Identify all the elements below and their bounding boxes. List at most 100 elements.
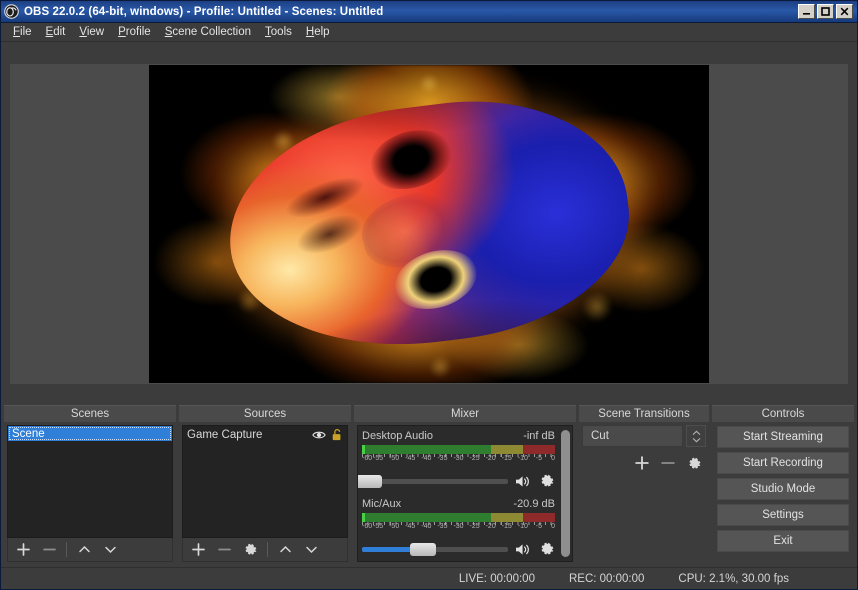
mixer-dock: Mixer Desktop Audio -inf dB -60 -55 -50 … [354,405,576,565]
meter-tick-label: -45 [405,523,416,530]
move-scene-down-button[interactable] [98,540,122,560]
meter-tick-label: -5 [535,523,543,530]
scenes-toolbar [7,538,173,562]
source-properties-button[interactable] [238,540,262,560]
menu-view[interactable]: View [72,24,111,40]
mixer-body: Desktop Audio -inf dB -60 -55 -50 -45 -4… [357,425,573,562]
menu-edit[interactable]: Edit [39,24,73,40]
meter-tick-label: -55 [373,455,384,462]
menu-file[interactable]: File [6,24,39,40]
scenes-list[interactable]: Scene [7,425,173,538]
mixer-scrollbar[interactable] [559,426,572,561]
meter-tick-label: -30 [453,455,464,462]
volume-slider-desktop[interactable] [358,474,508,488]
meter-tick-label: -60 [362,523,373,530]
studio-mode-button[interactable]: Studio Mode [717,478,849,500]
move-source-down-button[interactable] [299,540,323,560]
toolbar-separator [267,542,268,557]
source-label: Game Capture [187,428,263,441]
scrollbar-thumb[interactable] [561,430,570,557]
start-recording-button[interactable]: Start Recording [717,452,849,474]
gear-icon [245,543,256,555]
meter-tick-label: -55 [373,523,384,530]
toolbar-separator [66,542,67,557]
move-scene-up-button[interactable] [72,540,96,560]
channel-controls [358,473,555,489]
controls-dock: Controls Start Streaming Start Recording… [712,405,854,565]
transition-combo[interactable]: Cut [582,425,683,447]
menu-profile[interactable]: Profile [111,24,158,40]
transition-selector-row: Cut [582,425,706,447]
chevron-up-icon [692,430,700,435]
gear-icon[interactable] [539,473,555,489]
meter-red [522,445,555,454]
meter-tick-label: 0 [551,523,555,530]
slider-knob[interactable] [410,542,437,556]
gear-icon[interactable] [539,541,555,557]
start-streaming-button[interactable]: Start Streaming [717,426,849,448]
meter-scale-desktop: -60 -55 -50 -45 -40 -35 -30 -25 -20 -15 -10 -5 0 [362,454,555,466]
meter-yellow [490,445,523,454]
eye-icon[interactable] [312,428,326,442]
minimize-button[interactable] [798,4,815,19]
scene-preview[interactable] [149,65,709,383]
speaker-icon[interactable] [515,474,532,489]
meter-bar [362,513,555,522]
volume-meter [362,513,555,522]
channel-name: Desktop Audio [362,430,433,442]
obs-logo-icon [4,4,19,19]
volume-meter [362,445,555,454]
volume-slider-mic[interactable] [362,542,508,556]
scenes-dock: Scenes Scene [4,405,176,565]
mixer-channel-mic-aux: Mic/Aux -20.9 dB -60 -55 -50 -45 -40 -35… [362,498,555,557]
menu-help[interactable]: Help [299,24,337,40]
exit-button[interactable]: Exit [717,530,849,552]
remove-source-button[interactable] [212,540,236,560]
preview-canvas[interactable] [10,64,848,384]
menu-bar: File Edit View Profile Scene Collection … [1,23,857,42]
transition-spinner[interactable] [686,425,706,447]
status-live: LIVE: 00:00:00 [458,572,535,585]
chevron-down-icon [692,437,700,442]
channel-name: Mic/Aux [362,498,402,510]
move-source-up-button[interactable] [273,540,297,560]
settings-button[interactable]: Settings [717,504,849,526]
add-source-button[interactable] [186,540,210,560]
transition-properties-button[interactable] [682,453,706,473]
channel-header: Mic/Aux -20.9 dB [362,498,555,510]
sources-list[interactable]: Game Capture [182,425,348,538]
meter-tick-label: -50 [389,523,400,530]
remove-transition-button[interactable] [656,453,680,473]
menu-scene-collection[interactable]: Scene Collection [158,24,258,40]
scenes-body: Scene [4,422,176,565]
transitions-body: Cut [579,422,709,565]
speaker-icon[interactable] [515,542,532,557]
add-scene-button[interactable] [11,540,35,560]
meter-tick-label: 0 [551,455,555,462]
add-transition-button[interactable] [630,453,654,473]
close-button[interactable] [836,4,853,19]
meter-green [362,513,491,522]
channel-level: -20.9 dB [513,498,555,510]
sources-title: Sources [179,405,351,422]
mixer-channels: Desktop Audio -inf dB -60 -55 -50 -45 -4… [358,426,559,561]
status-bar: LIVE: 00:00:00 REC: 00:00:00 CPU: 2.1%, … [1,567,857,589]
meter-tick-label: -20 [485,523,496,530]
meter-tick-label: -40 [421,455,432,462]
dock-row: Scenes Scene Sources Game Capture Mixer … [1,405,857,567]
source-list-item[interactable]: Game Capture [183,426,347,443]
scene-list-item[interactable]: Scene [8,426,172,441]
remove-scene-button[interactable] [37,540,61,560]
menu-tools[interactable]: Tools [258,24,299,40]
scenes-title: Scenes [4,405,176,422]
meter-peak-indicator [362,513,365,522]
sources-dock: Sources Game Capture [179,405,351,565]
meter-tick-label: -60 [362,455,373,462]
controls-body: Start Streaming Start Recording Studio M… [712,422,854,556]
status-rec: REC: 00:00:00 [568,572,645,585]
slider-knob[interactable] [358,474,383,488]
maximize-button[interactable] [817,4,834,19]
obs-main-window: OBS 22.0.2 (64-bit, windows) - Profile: … [0,0,858,590]
unlock-icon[interactable] [331,428,343,442]
channel-level: -inf dB [523,430,555,442]
